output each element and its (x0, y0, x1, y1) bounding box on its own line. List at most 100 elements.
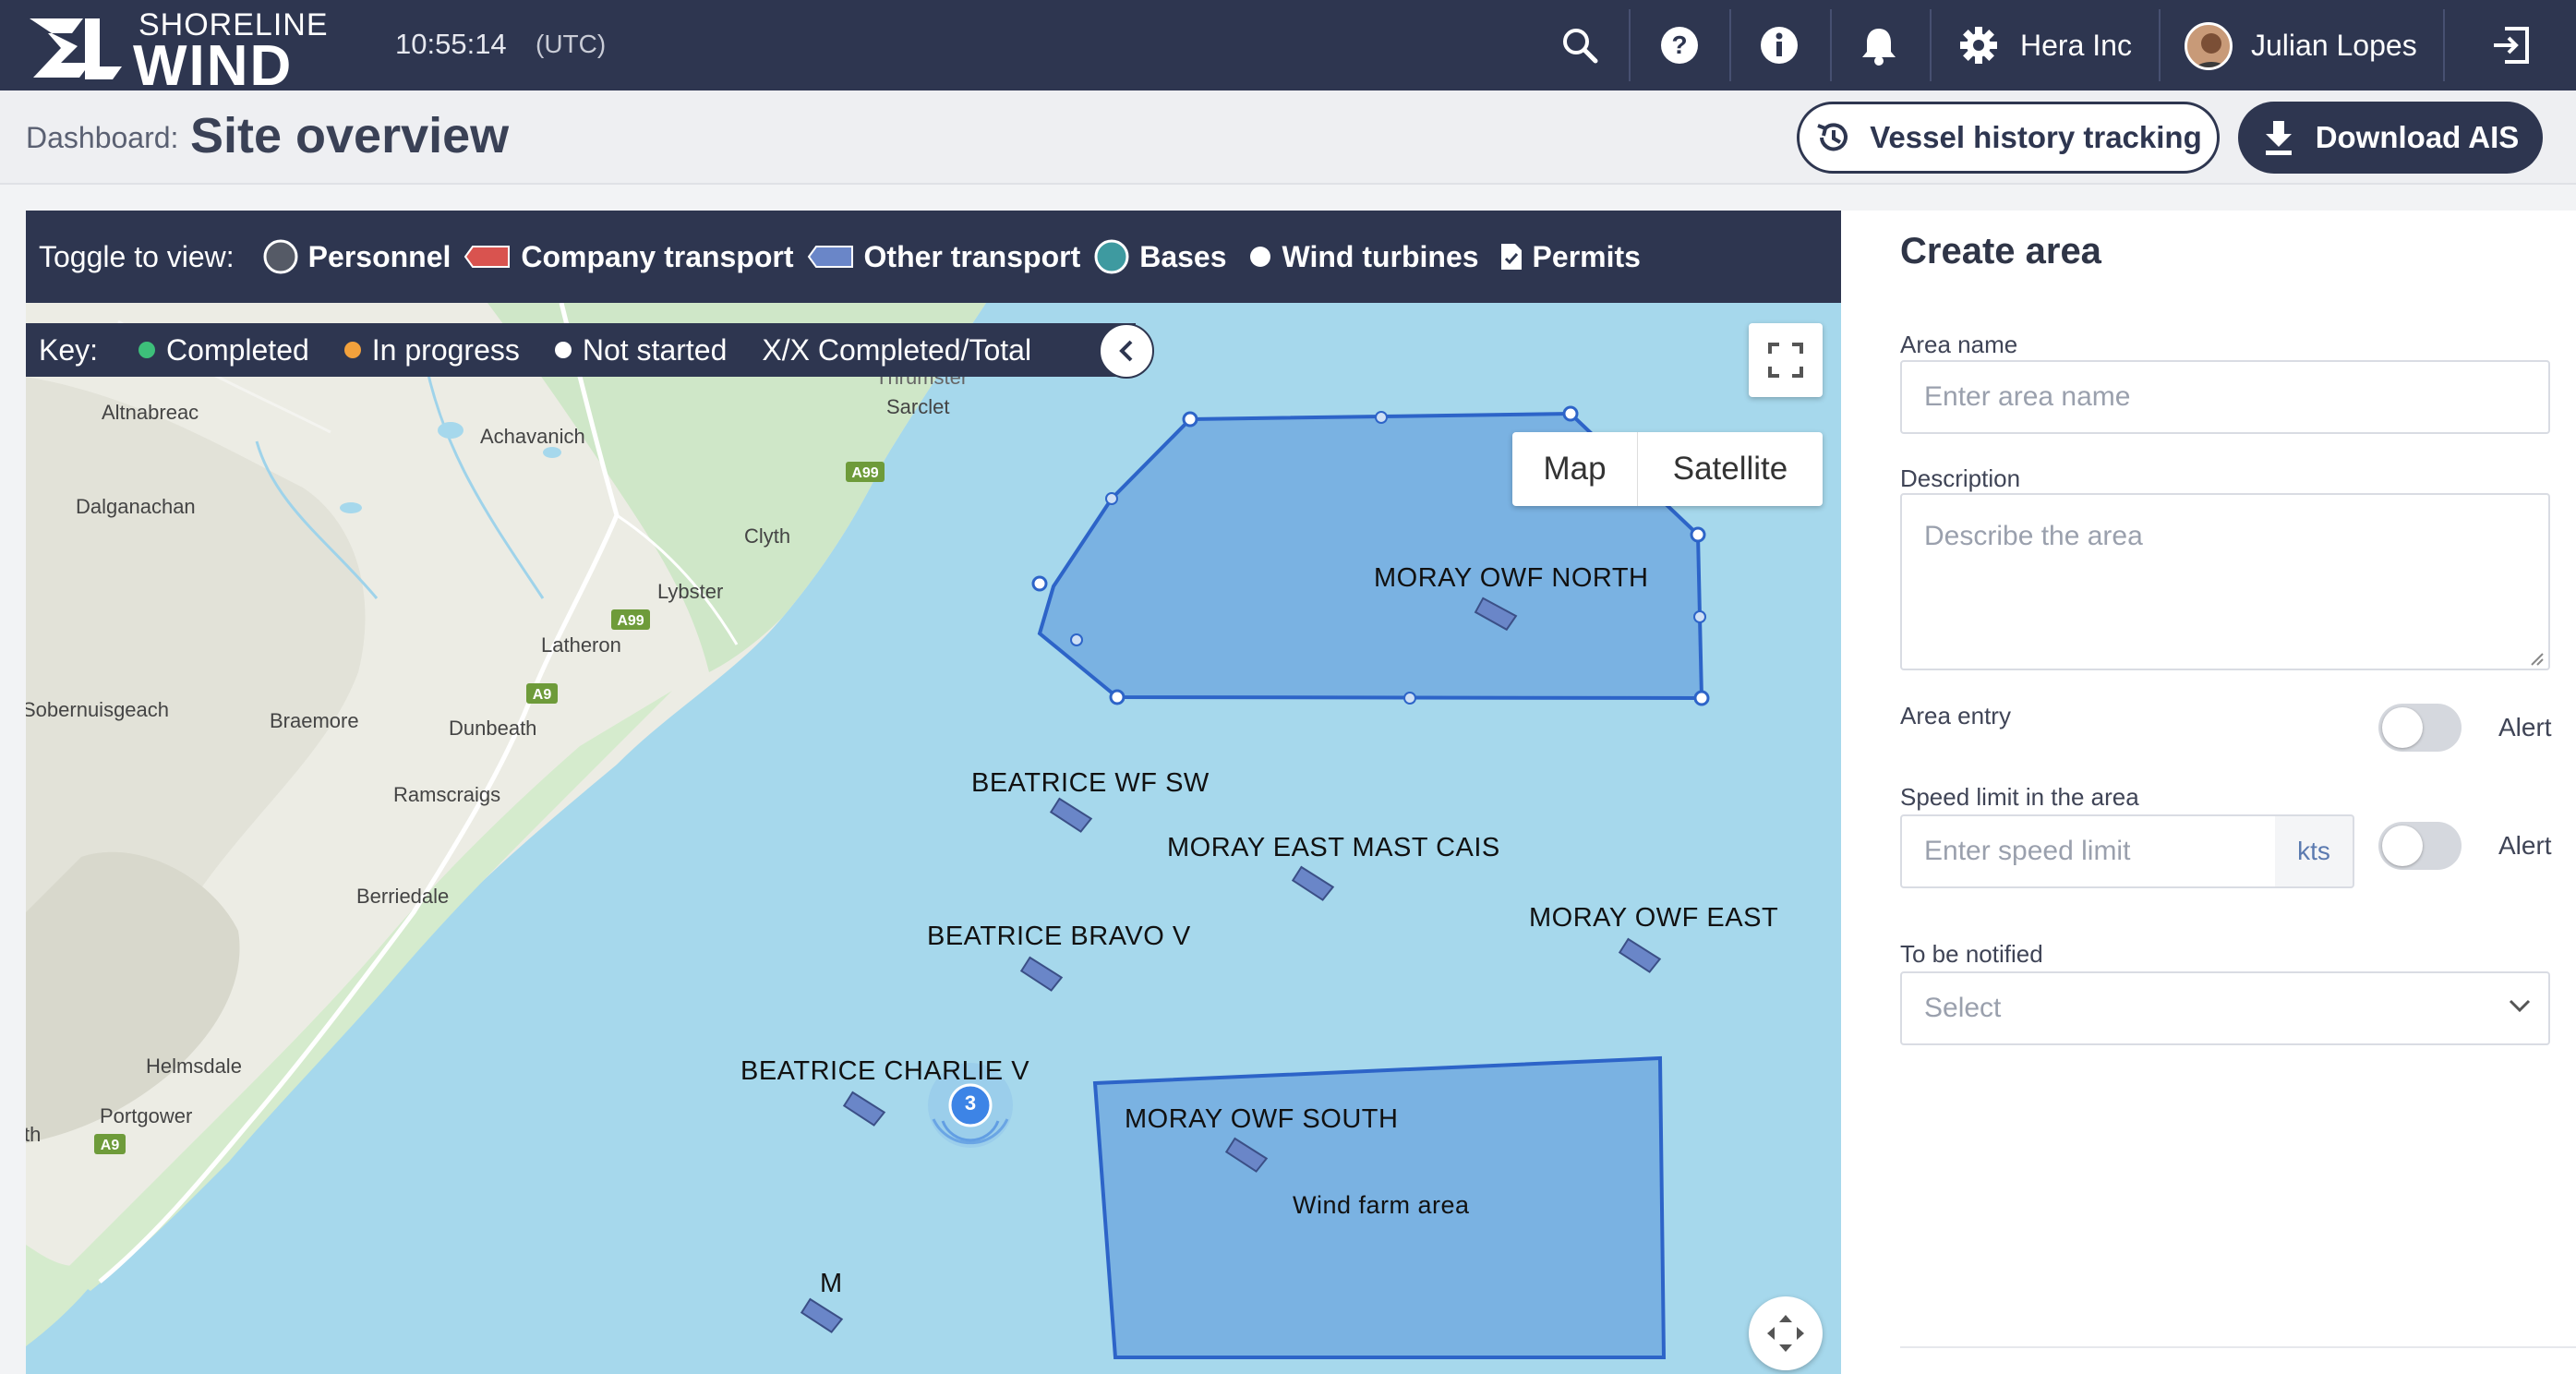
organization-name[interactable]: Hera Inc (2020, 29, 2132, 63)
fullscreen-icon (1768, 343, 1803, 378)
map-type-map-button[interactable]: Map (1512, 432, 1638, 506)
site-label[interactable]: MORAY EAST MAST CAIS (1167, 833, 1500, 863)
download-ais-button[interactable]: Download AIS (2238, 102, 2543, 174)
area-entry-alert-toggle[interactable] (2378, 704, 2462, 752)
site-label[interactable]: M (820, 1269, 843, 1299)
place-label: Clyth (744, 524, 791, 548)
toggle-knob (2382, 707, 2423, 748)
toggle-bar: Toggle to view: Personnel Company transp… (26, 211, 1841, 303)
toggle-wind-turbines[interactable]: Wind turbines (1240, 240, 1479, 274)
divider (1629, 9, 1631, 81)
description-textarea[interactable]: Describe the area (1900, 493, 2550, 670)
speed-unit: kts (2275, 814, 2354, 888)
area-name-input[interactable]: Enter area name (1900, 360, 2550, 434)
in-progress-dot-icon (343, 342, 361, 358)
divider (1930, 9, 1932, 81)
download-icon (2265, 121, 2292, 155)
logo-title: WIND (133, 34, 294, 98)
divider (2443, 9, 2445, 81)
toggle-personnel-label: Personnel (307, 239, 451, 273)
place-label: Achavanich (480, 425, 585, 448)
map-type-control: Map Satellite (1512, 432, 1823, 506)
toggle-label: Toggle to view: (39, 239, 235, 273)
key-in-progress: In progress (343, 332, 520, 368)
toggle-company-transport[interactable]: Company transport (463, 239, 794, 274)
place-label: Altnabreac (102, 401, 199, 424)
area-label[interactable]: Wind farm area (1293, 1191, 1470, 1220)
key-completed: Completed (138, 333, 309, 368)
key-label: Key: (39, 332, 99, 367)
cluster-count[interactable]: 3 (964, 1091, 977, 1115)
toggle-personnel[interactable]: Personnel (262, 238, 451, 275)
gear-icon[interactable] (1954, 20, 2004, 70)
wind-turbine-icon (1249, 247, 1270, 267)
map-canvas[interactable]: A99 A99 A9 A9 Altnabreac Achavanich Sarc… (26, 211, 1841, 1374)
key-in-progress-label: In progress (371, 332, 520, 367)
svg-text:?: ? (1671, 30, 1687, 59)
speed-alert-label: Alert (2498, 831, 2552, 860)
toggle-company-transport-label: Company transport (521, 239, 794, 273)
notify-label: To be notified (1900, 940, 2043, 968)
collapse-key-button[interactable] (1099, 323, 1154, 379)
site-label[interactable]: MORAY OWF NORTH (1374, 563, 1649, 594)
place-label: Dunbeath (449, 717, 537, 740)
download-ais-label: Download AIS (2315, 120, 2520, 154)
place-label: Braemore (270, 709, 359, 732)
area-name-label: Area name (1900, 331, 2018, 358)
site-label[interactable]: BEATRICE WF SW (971, 768, 1210, 799)
toggle-permits-label: Permits (1532, 239, 1641, 273)
fullscreen-button[interactable] (1749, 323, 1823, 397)
base-icon (1094, 239, 1129, 274)
resize-handle-icon[interactable] (2530, 652, 2545, 667)
site-label[interactable]: BEATRICE BRAVO V (927, 922, 1191, 952)
logo-mark-icon (30, 18, 122, 79)
logout-icon[interactable] (2486, 20, 2535, 70)
help-icon[interactable]: ? (1655, 20, 1704, 70)
site-label[interactable]: MORAY OWF SOUTH (1125, 1104, 1398, 1135)
completed-dot-icon (138, 342, 156, 358)
divider (1900, 1346, 2576, 1348)
area-entry-label: Area entry (1900, 702, 2011, 729)
user-avatar[interactable] (2185, 22, 2233, 70)
key-not-started: Not started (554, 332, 728, 368)
move-arrows-icon (1767, 1315, 1804, 1352)
place-label: Sobernuisgeach (26, 698, 170, 721)
description-label: Description (1900, 464, 2021, 492)
area-entry-alert-label: Alert (2498, 713, 2552, 741)
notify-select[interactable]: Select (1900, 971, 2550, 1045)
site-label[interactable]: BEATRICE CHARLIE V (740, 1056, 1029, 1087)
recenter-button[interactable] (1749, 1296, 1823, 1370)
speed-alert-toggle[interactable] (2378, 822, 2462, 870)
map-type-satellite-button[interactable]: Satellite (1638, 432, 1823, 506)
bell-icon[interactable] (1854, 20, 1904, 70)
road-shield: A99 (851, 465, 878, 481)
key-completed-label: Completed (166, 332, 309, 367)
place-label: Portgower (100, 1104, 193, 1127)
road-shield: A99 (617, 613, 644, 629)
toggle-other-transport[interactable]: Other transport (807, 240, 1080, 274)
other-vessel-icon (807, 246, 853, 268)
place-label: th (26, 1123, 42, 1146)
road-shield: A9 (101, 1138, 120, 1153)
toggle-permits[interactable]: Permits (1492, 240, 1641, 274)
toggle-bases[interactable]: Bases (1093, 238, 1227, 275)
place-label: Dalganachan (76, 495, 196, 518)
top-bar: SHORELINE WIND 10:55:14 (UTC) ? Hera Inc… (0, 0, 2576, 98)
place-label: Latheron (541, 633, 621, 657)
site-label[interactable]: MORAY OWF EAST (1529, 903, 1778, 934)
clock-timezone: (UTC) (536, 30, 607, 58)
speed-limit-label: Speed limit in the area (1900, 783, 2139, 811)
not-started-dot-icon (554, 342, 572, 358)
user-name[interactable]: Julian Lopes (2251, 29, 2417, 63)
shoreline-wind-logo[interactable]: SHORELINE WIND (24, 7, 328, 98)
speed-limit-input[interactable]: Enter speed limit (1900, 814, 2277, 888)
place-label: Berriedale (356, 885, 450, 908)
key-not-started-label: Not started (582, 332, 728, 367)
search-icon[interactable] (1555, 20, 1605, 70)
toggle-wind-turbines-label: Wind turbines (1282, 239, 1479, 273)
chevron-left-icon (1119, 340, 1133, 362)
vessel-history-tracking-button[interactable]: Vessel history tracking (1797, 102, 2220, 174)
info-icon[interactable] (1754, 20, 1804, 70)
company-vessel-icon (464, 246, 511, 268)
map-key: Key: Completed In progress Not started X… (26, 323, 1136, 377)
